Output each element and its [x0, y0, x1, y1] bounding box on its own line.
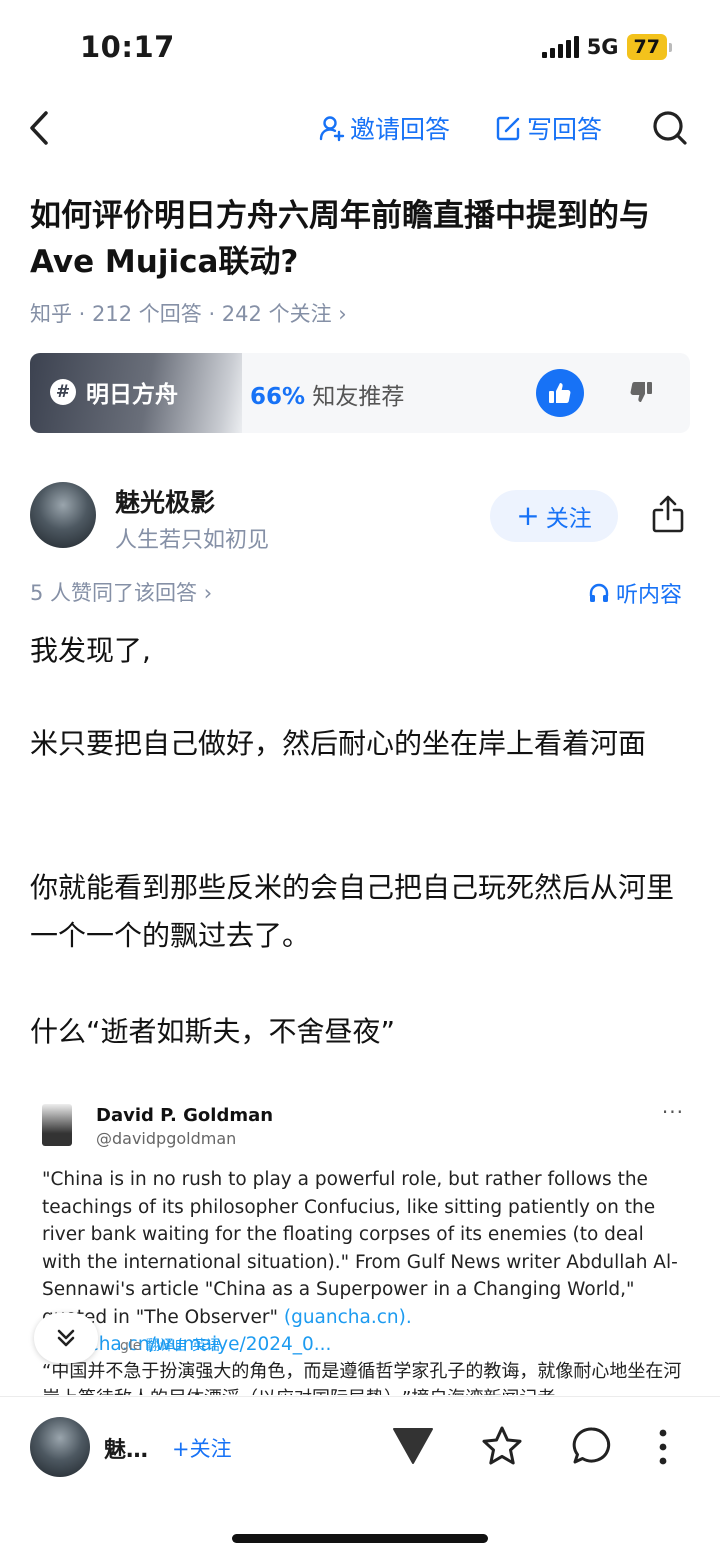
topic-name: 明日方舟 — [86, 382, 178, 408]
question-title[interactable]: 如何评价明日方舟六周年前瞻直播中提到的与 Ave Mujica联动? — [30, 193, 690, 285]
tweet-text: "China is in no rush to play a powerful … — [42, 1166, 682, 1359]
follow-label: 关注 — [545, 506, 592, 532]
double-chevron-down-icon — [57, 1329, 75, 1347]
recommend-label: 知友推荐 — [312, 384, 405, 410]
more-options-button[interactable] — [656, 1427, 670, 1471]
downvote-button[interactable] — [392, 1427, 434, 1469]
plus-icon: + — [516, 499, 540, 532]
embedded-tweet-image[interactable]: David P. Goldman @davidpgoldman ··· "Chi… — [30, 1090, 690, 1395]
author-bio: 人生若只如初见 — [115, 528, 270, 553]
translate-source: gle — [120, 1338, 142, 1354]
bottom-author-avatar[interactable] — [30, 1417, 90, 1477]
write-answer-button[interactable]: 写回答 — [495, 110, 602, 146]
comment-button[interactable] — [571, 1425, 613, 1471]
answer-paragraph: 什么“逝者如斯夫，不舍昼夜” — [30, 1015, 396, 1048]
thumbs-down-button[interactable] — [626, 377, 656, 407]
translate-note: gle 翻译自 英语 — [120, 1335, 220, 1355]
edit-icon — [496, 116, 520, 141]
vertical-dots-icon — [659, 1429, 667, 1465]
more-icon: ··· — [661, 1100, 684, 1124]
invite-answer-button[interactable]: 邀请回答 — [318, 110, 450, 146]
follow-button[interactable]: + 关注 — [490, 490, 618, 542]
battery-level: 77 — [626, 34, 667, 60]
topic-tag[interactable]: # 明日方舟 — [50, 375, 178, 409]
thumbs-down-icon — [630, 382, 652, 402]
invite-user-icon — [319, 116, 345, 142]
write-answer-label: 写回答 — [527, 115, 603, 144]
back-button[interactable] — [26, 108, 56, 148]
listen-button[interactable]: 听内容 — [588, 577, 682, 609]
recommend-rate: 66% 知友推荐 — [250, 377, 404, 411]
hashtag-icon: # — [50, 379, 76, 405]
headphones-icon — [589, 583, 609, 602]
agree-count[interactable]: 5 人赞同了该回答 › — [30, 577, 212, 607]
share-icon — [652, 495, 684, 533]
answer-paragraph: 你就能看到那些反米的会自己把自己玩死然后从河里一个一个的飘过去了。 — [30, 871, 675, 952]
home-indicator — [232, 1534, 488, 1543]
share-button[interactable] — [650, 494, 686, 534]
thumbs-up-button[interactable] — [536, 369, 584, 417]
bottom-follow-button[interactable]: +关注 — [172, 1433, 232, 1463]
listen-label: 听内容 — [616, 583, 683, 608]
topic-banner: # 明日方舟 66% 知友推荐 — [30, 353, 690, 433]
search-button[interactable] — [650, 108, 690, 148]
answer-paragraph: 我发现了, — [30, 634, 151, 667]
tweet-link: (guancha.cn). — [283, 1306, 412, 1328]
invite-answer-label: 邀请回答 — [350, 115, 451, 144]
network-type: 5G — [586, 35, 619, 59]
search-icon — [653, 111, 687, 145]
favorite-button[interactable] — [481, 1425, 523, 1471]
comment-bubble-icon — [572, 1427, 611, 1464]
question-meta[interactable]: 知乎 · 212 个回答 · 242 个关注 › — [30, 298, 347, 328]
thumbs-up-icon — [549, 383, 571, 403]
status-time: 10:17 — [80, 30, 175, 64]
signal-icon — [541, 36, 579, 58]
back-icon — [30, 111, 48, 145]
downvote-triangle-icon — [393, 1428, 433, 1464]
tweet-author: David P. Goldman — [96, 1105, 274, 1126]
bottom-author-name[interactable]: 魅… — [104, 1432, 148, 1464]
battery-icon — [669, 42, 672, 52]
tweet-avatar — [42, 1104, 72, 1146]
author-avatar[interactable] — [30, 482, 96, 548]
tweet-handle: @davidpgoldman — [96, 1129, 237, 1148]
recommend-percent: 66% — [250, 384, 306, 410]
bottom-action-bar: 魅… +关注 — [0, 1396, 720, 1497]
status-indicators: 5G 77 — [541, 34, 672, 60]
star-icon — [482, 1426, 522, 1465]
tweet-body: "China is in no rush to play a powerful … — [42, 1169, 678, 1328]
tweet-translation: “中国并不急于扮演强大的角色，而是遵循哲学家孔子的教诲，就像耐心地坐在河岸上等待… — [42, 1361, 682, 1395]
answer-paragraph: 米只要把自己做好，然后耐心的坐在岸上看着河面 — [30, 727, 647, 760]
author-name[interactable]: 魅光极影 — [115, 483, 215, 519]
collapse-button[interactable] — [34, 1313, 98, 1363]
translate-label: 翻译自 英语 — [145, 1338, 221, 1354]
